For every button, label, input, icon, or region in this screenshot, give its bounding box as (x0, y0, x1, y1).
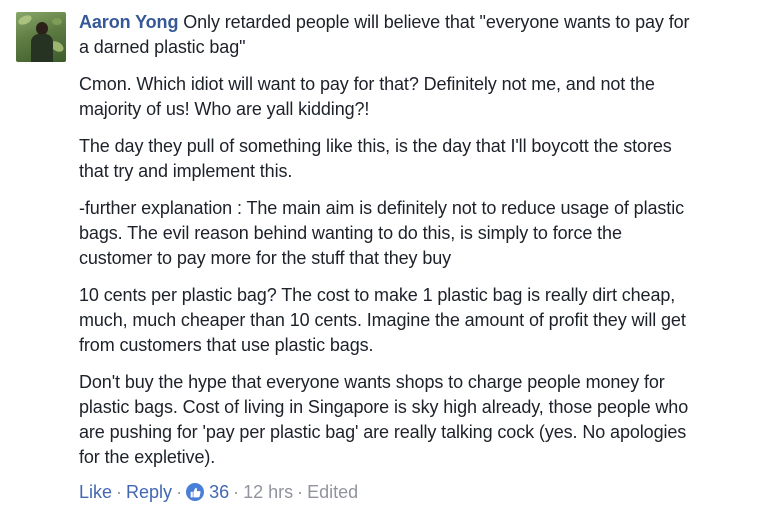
comment-line: -further explanation : The main aim is d… (79, 198, 685, 218)
comment: Aaron Yong Only retarded people will bel… (0, 0, 768, 510)
comment-line: for the expletive). (79, 447, 216, 467)
avatar-foliage (16, 13, 34, 27)
comment-paragraph: -further explanation : The main aim is d… (79, 196, 759, 271)
comment-line: plastic bags. Cost of living in Singapor… (79, 397, 689, 417)
comment-actions: Like · Reply · 36 · 12 hrs · Edited (79, 480, 358, 504)
reply-button[interactable]: Reply (126, 480, 172, 504)
like-button[interactable]: Like (79, 480, 112, 504)
comment-line: Aaron Yong Only retarded people will bel… (79, 10, 759, 35)
comment-line: much, much cheaper than 10 cents. Imagin… (79, 310, 686, 330)
comment-paragraph: Aaron Yong Only retarded people will bel… (79, 10, 759, 60)
separator-dot: · (297, 482, 304, 502)
comment-line: are pushing for 'pay per plastic bag' ar… (79, 422, 687, 442)
comment-text: Only retarded people will believe that "… (183, 12, 690, 32)
separator-dot: · (233, 482, 240, 502)
comment-body: Aaron Yong Only retarded people will bel… (79, 10, 759, 482)
comment-paragraph: Don't buy the hype that everyone wants s… (79, 370, 759, 470)
author-name[interactable]: Aaron Yong (79, 12, 178, 32)
timestamp[interactable]: 12 hrs (243, 480, 293, 504)
comment-line: from customers that use plastic bags. (79, 335, 374, 355)
separator-dot: · (116, 482, 123, 502)
comment-paragraph: Cmon. Which idiot will want to pay for t… (79, 72, 759, 122)
comment-paragraph: 10 cents per plastic bag? The cost to ma… (79, 283, 759, 358)
comment-line: bags. The evil reason behind wanting to … (79, 223, 622, 243)
avatar-figure (31, 34, 53, 62)
comment-line: majority of us! Who are yall kidding?! (79, 99, 370, 119)
thumbs-up-glyph (190, 487, 201, 497)
avatar[interactable] (16, 12, 66, 62)
reaction-count[interactable]: 36 (209, 480, 229, 504)
edited-label[interactable]: Edited (307, 480, 358, 504)
comment-line: Cmon. Which idiot will want to pay for t… (79, 74, 655, 94)
thumbs-up-icon[interactable] (186, 483, 205, 501)
comment-line: 10 cents per plastic bag? The cost to ma… (79, 285, 676, 305)
comment-paragraph: The day they pull of something like this… (79, 134, 759, 184)
comment-line: Don't buy the hype that everyone wants s… (79, 372, 665, 392)
comment-line: a darned plastic bag" (79, 37, 246, 57)
avatar-foliage (52, 18, 62, 25)
separator-dot: · (176, 482, 183, 502)
comment-line: The day they pull of something like this… (79, 136, 672, 156)
comment-line: that try and implement this. (79, 161, 293, 181)
comment-line: customer to pay more for the stuff that … (79, 248, 452, 268)
